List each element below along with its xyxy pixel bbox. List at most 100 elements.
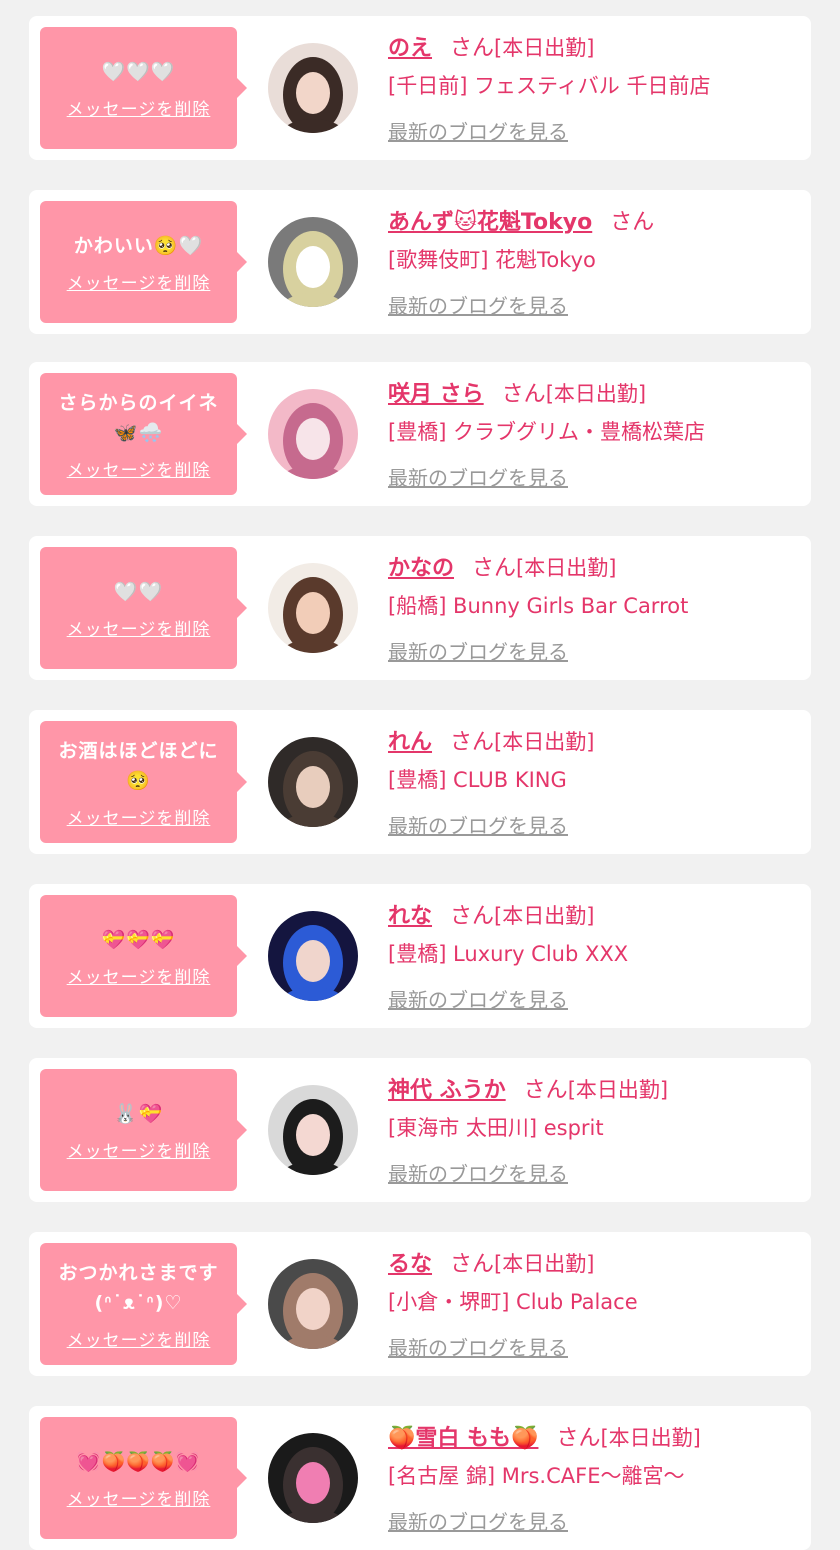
shop-name: [名古屋 錦] Mrs.CAFE〜離宮〜 [388,1464,685,1488]
name-line: 神代 ふうか さん[本日出勤] [388,1072,798,1108]
latest-blog-link[interactable]: 最新のブログを見る [388,984,568,1013]
honorific-label: さん [610,210,655,235]
attendance-status: [本日出勤] [545,382,647,406]
honorific-label: さん [472,556,517,581]
avatar-photo [268,1085,358,1175]
latest-blog-link[interactable]: 最新のブログを見る [388,636,568,665]
shop-name: [船橋] Bunny Girls Bar Carrot [388,594,689,618]
delete-message-link[interactable]: メッセージを削除 [67,1137,211,1162]
delete-message-link[interactable]: メッセージを削除 [67,456,211,481]
latest-blog-link[interactable]: 最新のブログを見る [388,462,568,491]
message-card: かわいい🥺🤍 メッセージを削除 あんず🐱花魁Tokyo さん [歌舞伎町] 花魁Toky… [29,190,811,334]
attendance-status: [本日出勤] [600,1426,701,1450]
avatar-photo [268,563,358,653]
message-bubble: 💓🍑🍑🍑💓 メッセージを削除 [40,1417,247,1539]
delete-message-link[interactable]: メッセージを削除 [67,1326,211,1351]
avatar-photo [268,1433,358,1523]
message-bubble: 🤍🤍 メッセージを削除 [40,547,247,669]
message-bubble: 🤍🤍🤍 メッセージを削除 [40,27,247,149]
avatar[interactable] [268,737,358,827]
girl-name-link[interactable]: のえ [388,36,432,61]
name-line: れん さん[本日出勤] [388,724,798,760]
shop-name: [豊橋] Luxury Club XXX [388,942,629,966]
name-line: れな さん[本日出勤] [388,898,798,934]
name-line: 咲月 さら さん[本日出勤] [388,376,798,412]
message-bubble: かわいい🥺🤍 メッセージを削除 [40,201,247,323]
name-line: 🍑雪白 もも🍑 さん[本日出勤] [388,1420,798,1456]
girl-name-link[interactable]: れな [388,904,432,929]
avatar-photo [268,737,358,827]
girl-info: るな さん[本日出勤] [小倉・堺町] Club Palace 最新のブログを見る [388,1246,798,1361]
delete-message-link[interactable]: メッセージを削除 [67,615,211,640]
name-line: るな さん[本日出勤] [388,1246,798,1282]
avatar[interactable] [268,911,358,1001]
girl-name-link[interactable]: あんず🐱花魁Tokyo [388,210,592,235]
latest-blog-link[interactable]: 最新のブログを見る [388,810,568,839]
message-text: 🤍🤍 [113,580,164,603]
message-card: 💓🍑🍑🍑💓 メッセージを削除 🍑雪白 もも🍑 さん[本日出勤] [名古屋 錦] Mrs.… [29,1406,811,1550]
delete-message-link[interactable]: メッセージを削除 [67,95,211,120]
message-text: 💓🍑🍑🍑💓 [76,1450,201,1473]
honorific-label: さん [501,382,546,407]
attendance-status: [本日出勤] [494,36,595,60]
latest-blog-link[interactable]: 最新のブログを見る [388,1332,568,1361]
girl-info: 🍑雪白 もも🍑 さん[本日出勤] [名古屋 錦] Mrs.CAFE〜離宮〜最新のブロ… [388,1420,798,1535]
girl-name-link[interactable]: 神代 ふうか [388,1078,506,1103]
message-text: 💝💝💝 [101,928,176,951]
honorific-label: さん [450,904,495,929]
girl-info: あんず🐱花魁Tokyo さん [歌舞伎町] 花魁Tokyo 最新のブログを見る [388,204,798,319]
girl-name-link[interactable]: 咲月 さら [388,382,484,407]
avatar[interactable] [268,563,358,653]
latest-blog-link[interactable]: 最新のブログを見る [388,116,568,145]
avatar[interactable] [268,1259,358,1349]
message-bubble: さらからのイイネ 🦋🌨️ メッセージを削除 [40,373,247,495]
avatar[interactable] [268,1085,358,1175]
delete-message-link[interactable]: メッセージを削除 [67,1485,211,1510]
message-text: さらからのイイネ 🦋🌨️ [58,391,219,444]
honorific-label: さん [450,36,495,61]
avatar-photo [268,43,358,133]
latest-blog-link[interactable]: 最新のブログを見る [388,1158,568,1187]
message-text: 🤍🤍🤍 [101,60,176,83]
shop-name: [東海市 太田川] esprit [388,1116,604,1140]
message-text: 🐰💝 [113,1102,164,1125]
avatar[interactable] [268,217,358,307]
attendance-status: [本日出勤] [494,904,595,928]
message-card: 🐰💝 メッセージを削除 神代 ふうか さん[本日出勤] [東海市 太田川] esprit… [29,1058,811,1202]
girl-name-link[interactable]: るな [388,1252,432,1277]
girl-name-link[interactable]: 🍑雪白 もも🍑 [388,1426,538,1451]
girl-info: れん さん[本日出勤] [豊橋] CLUB KING 最新のブログを見る [388,724,798,839]
message-bubble: おつかれさまです (ᐢ˙ᴥ˙ᐢ)♡ メッセージを削除 [40,1243,247,1365]
attendance-status: [本日出勤] [567,1078,669,1102]
attendance-status: [本日出勤] [516,556,617,580]
delete-message-link[interactable]: メッセージを削除 [67,804,211,829]
delete-message-link[interactable]: メッセージを削除 [67,269,211,294]
girl-info: のえ さん[本日出勤] [千日前] フェスティバル 千日前店 最新のブログを見る [388,30,798,145]
message-bubble: 🐰💝 メッセージを削除 [40,1069,247,1191]
shop-name: [小倉・堺町] Club Palace [388,1290,638,1314]
girl-name-link[interactable]: れん [388,730,432,755]
message-bubble: 💝💝💝 メッセージを削除 [40,895,247,1017]
avatar-photo [268,911,358,1001]
avatar[interactable] [268,43,358,133]
girl-info: れな さん[本日出勤] [豊橋] Luxury Club XXX 最新のブログを見る [388,898,798,1013]
avatar-photo [268,389,358,479]
name-line: のえ さん[本日出勤] [388,30,798,66]
girl-info: かなの さん[本日出勤] [船橋] Bunny Girls Bar Carrot 最新… [388,550,798,665]
avatar[interactable] [268,1433,358,1523]
avatar[interactable] [268,389,358,479]
message-card: おつかれさまです (ᐢ˙ᴥ˙ᐢ)♡ メッセージを削除 るな さん[本日出勤] [小倉・堺… [29,1232,811,1376]
honorific-label: さん [523,1078,568,1103]
avatar-photo [268,217,358,307]
message-card: 🤍🤍 メッセージを削除 かなの さん[本日出勤] [船橋] Bunny Girls Ba… [29,536,811,680]
latest-blog-link[interactable]: 最新のブログを見る [388,290,568,319]
message-text: おつかれさまです (ᐢ˙ᴥ˙ᐢ)♡ [58,1261,219,1314]
girl-name-link[interactable]: かなの [388,556,454,581]
honorific-label: さん [450,1252,495,1277]
latest-blog-link[interactable]: 最新のブログを見る [388,1506,568,1535]
delete-message-link[interactable]: メッセージを削除 [67,963,211,988]
message-text: お酒はほどほどに 🥺 [58,739,219,792]
message-card: さらからのイイネ 🦋🌨️ メッセージを削除 咲月 さら さん[本日出勤] [豊橋] クラ… [29,362,811,506]
avatar-photo [268,1259,358,1349]
shop-name: [豊橋] CLUB KING [388,768,567,792]
